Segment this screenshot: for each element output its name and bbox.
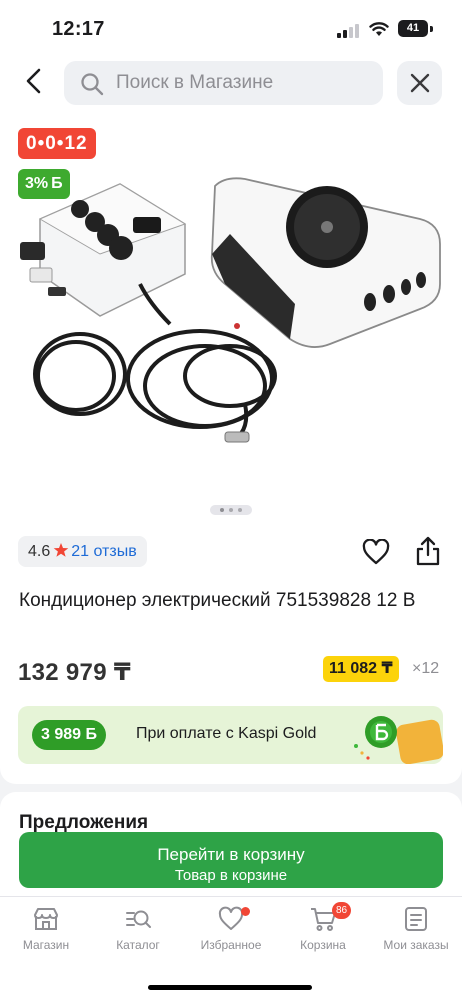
tab-catalog[interactable]: Каталог [92,905,184,959]
search-input[interactable] [116,61,371,105]
carousel-dot[interactable] [229,508,233,512]
rating-value: 4.6 [28,543,51,560]
carousel-dots[interactable] [210,505,252,515]
cart-count-badge: 86 [332,902,352,919]
home-indicator [148,985,312,990]
installment-badge: 0•0•12 [18,128,96,159]
carousel-dot[interactable] [238,508,242,512]
tab-store[interactable]: Магазин [0,905,92,959]
wifi-icon [369,22,389,36]
product-title: Кондиционер электрический 751539828 12 В [19,590,416,611]
favorites-notification-dot [241,907,250,916]
share-icon[interactable] [414,535,442,567]
close-button[interactable] [397,61,442,105]
store-icon [34,908,58,930]
monthly-payment-badge[interactable]: 11 082 ₸ [323,656,399,682]
status-time: 12:17 [52,18,105,40]
gold-bonus-value: 3 989 [41,726,82,743]
cart-button-label: Перейти в корзину [157,845,305,864]
cellular-signal-icon [337,24,359,38]
tab-orders[interactable]: Мои заказы [370,905,462,959]
favorite-heart-icon[interactable] [362,539,390,565]
gold-bonus-pill: 3 989 Б [32,720,106,750]
product-card: 0•0•12 3% Б 4.6 21 отзыв Кондиционер элект… [0,114,462,784]
bonus-badge: 3% Б [18,169,70,199]
tab-cart[interactable]: 86 Корзина [277,902,369,959]
product-screen: 12:17 41 Поиск в Магазине 0•0•12 3% Б 4.… [0,0,462,999]
installment-months: ×12 [412,660,440,677]
status-bar: 12:17 41 [0,0,462,56]
gold-bonus-currency: Б [85,726,98,743]
tab-label: Каталог [116,938,160,952]
tab-label: Мои заказы [383,938,449,952]
back-button[interactable] [20,64,50,98]
catalog-search-icon [126,910,151,928]
battery-icon: 41 [398,20,428,37]
tab-label: Магазин [22,938,70,952]
orders-icon [405,907,427,931]
kaspi-gold-banner[interactable]: 3 989 Б При оплате с Kaspi Gold [18,706,443,764]
battery-tip [430,26,433,32]
search-header [0,56,462,114]
close-icon [410,73,430,93]
chevron-left-icon [26,68,41,94]
search-icon [81,73,104,96]
carousel-dot[interactable] [220,508,224,512]
gold-banner-text: При оплате с Kaspi Gold [136,725,317,742]
search-bar[interactable] [64,61,383,105]
bonus-percent: 3% [25,175,49,192]
kaspi-gold-illustration-icon [354,716,443,764]
tab-label: Избранное [200,938,262,952]
reviews-link[interactable]: 21 отзыв [71,543,136,560]
offers-title: Предложения [19,812,149,833]
tab-bar: Магазин Каталог Избранное 86 Корзина Мои… [0,896,462,999]
product-price: 132 979 ₸ [18,659,131,686]
tab-label: Корзина [300,938,346,952]
tab-favorites[interactable]: Избранное [185,905,277,959]
cart-button-sublabel: Товар в корзине [174,867,288,884]
bonus-currency: Б [51,175,63,192]
rating-pill[interactable]: 4.6 21 отзыв [18,536,147,567]
star-icon [53,543,69,557]
go-to-cart-button[interactable]: Перейти в корзину Товар в корзине [19,832,443,888]
